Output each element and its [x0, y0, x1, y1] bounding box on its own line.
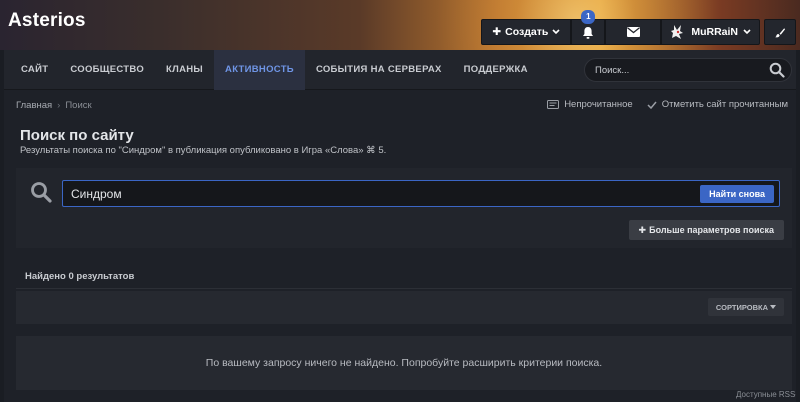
notifications-badge: 1 — [581, 10, 596, 24]
avatar-image-icon — [671, 25, 684, 39]
results-heading: Найдено 0 результатов — [25, 271, 135, 282]
plus-icon: ✚ — [492, 26, 502, 38]
site-logo[interactable]: Asterios — [8, 10, 86, 32]
mark-read-link[interactable]: Отметить сайт прочитанным — [647, 99, 788, 110]
breadcrumb-current: Поиск — [65, 100, 92, 111]
checkmark-icon — [647, 101, 657, 109]
search-input-value: Синдром — [71, 186, 122, 201]
breadcrumb-actions: Непрочитанное Отметить сайт прочитанным — [547, 99, 788, 110]
create-label: Создать — [505, 26, 549, 38]
results-divider — [16, 288, 792, 289]
envelope-icon — [626, 27, 640, 37]
more-search-options-label: Больше параметров поиска — [649, 225, 774, 235]
unread-link[interactable]: Непрочитанное — [547, 99, 633, 110]
rss-feeds-link[interactable]: Доступные RSS-лен — [736, 390, 796, 399]
sort-button[interactable]: СОРТИРОВКА — [707, 298, 784, 316]
user-toolbar: ✚ Создать 1 MuRRaiN — [481, 10, 796, 45]
sort-bar: СОРТИРОВКА — [16, 291, 792, 324]
breadcrumb-separator: › — [57, 100, 61, 111]
user-menu-button[interactable]: MuRRaiN — [661, 19, 760, 45]
nav-search-placeholder: Поиск... — [595, 64, 630, 76]
avatar — [670, 24, 686, 40]
chevron-down-icon — [552, 29, 560, 35]
user-actions-group: ✚ Создать 1 MuRRaiN — [481, 10, 760, 45]
brush-icon — [775, 27, 785, 37]
nav-item-activity[interactable]: АКТИВНОСТЬ — [214, 49, 305, 90]
nav-item-site[interactable]: САЙТ — [10, 50, 59, 90]
plus-icon: ✚ — [638, 224, 647, 235]
mark-read-label: Отметить сайт прочитанным — [661, 99, 788, 110]
unread-icon — [547, 100, 560, 109]
messages-button[interactable] — [605, 19, 662, 45]
nav-item-server-events[interactable]: СОБЫТИЯ НА СЕРВЕРАХ — [305, 50, 453, 90]
breadcrumb-home[interactable]: Главная — [16, 100, 52, 111]
username: MuRRaiN — [691, 26, 738, 38]
notifications-button[interactable]: 1 — [571, 10, 606, 45]
theme-button[interactable] — [764, 19, 796, 45]
nav-item-community[interactable]: СООБЩЕСТВО — [59, 50, 155, 90]
search-again-button[interactable]: Найти снова — [700, 185, 774, 203]
page-title: Поиск по сайту — [20, 127, 134, 144]
search-icon — [31, 182, 52, 203]
search-panel: Синдром Найти снова ✚ Больше параметров … — [16, 168, 792, 248]
bell-icon — [583, 26, 594, 39]
page-subtitle: Результаты поиска по "Синдром" в публика… — [20, 145, 387, 156]
breadcrumb: Главная › Поиск — [16, 100, 92, 111]
unread-label: Непрочитанное — [564, 99, 633, 110]
nav-item-clans[interactable]: КЛАНЫ — [155, 50, 214, 90]
sort-label: СОРТИРОВКА — [715, 302, 768, 312]
create-button[interactable]: ✚ Создать — [481, 19, 572, 45]
search-input[interactable]: Синдром Найти снова — [62, 180, 780, 207]
chevron-down-icon — [743, 29, 751, 35]
nav-item-support[interactable]: ПОДДЕРЖКА — [453, 50, 539, 90]
more-search-options-button[interactable]: ✚ Больше параметров поиска — [628, 220, 784, 240]
caret-down-icon — [770, 305, 776, 309]
nav-search-input[interactable]: Поиск... — [584, 58, 792, 82]
search-icon[interactable] — [769, 62, 785, 78]
empty-results-message: По вашему запросу ничего не найдено. Поп… — [16, 336, 792, 390]
main-navigation: САЙТ СООБЩЕСТВО КЛАНЫ АКТИВНОСТЬ СОБЫТИЯ… — [4, 49, 796, 90]
